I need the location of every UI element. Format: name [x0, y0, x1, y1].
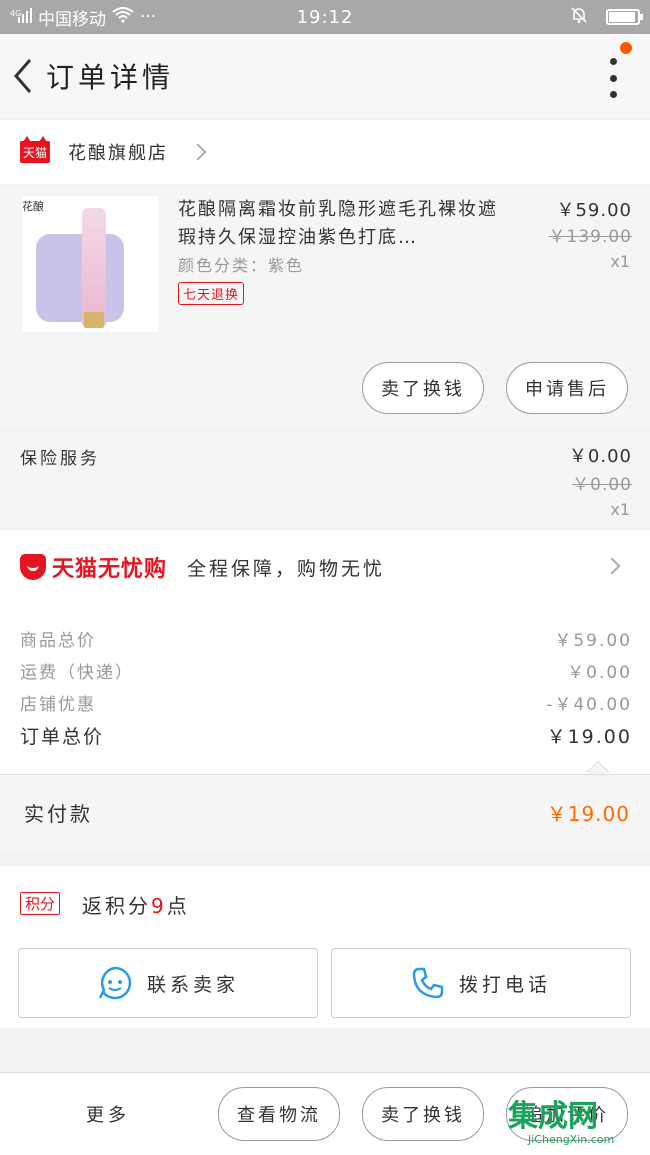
summary-label: 运费（快递）: [20, 663, 134, 683]
dot: [609, 58, 617, 65]
product-thumbnail[interactable]: 花酿: [22, 196, 158, 332]
paid-label: 实付款: [24, 802, 93, 826]
contact-seller-button[interactable]: 联系卖家: [18, 948, 318, 1018]
contact-seller-label: 联系卖家: [146, 973, 239, 996]
product-title[interactable]: 花酿隔离霜妆前乳隐形遮毛孔裸妆遮瑕持久保湿控油紫色打底…: [178, 196, 508, 252]
points-prefix: 返积分: [82, 894, 151, 918]
summary-total-value: ￥19.00: [546, 726, 632, 748]
resell-bottom-button[interactable]: 卖了换钱: [362, 1087, 484, 1141]
product-card[interactable]: 花酿 花酿隔离霜妆前乳隐形遮毛孔裸妆遮瑕持久保湿控油紫色打底… 颜色分类：紫色 …: [0, 186, 650, 428]
summary-row-discount: 店铺优惠 -￥40.00: [20, 690, 632, 715]
product-variant: 颜色分类：紫色: [178, 256, 305, 275]
paid-amount-row: 实付款 ￥19.00: [0, 774, 650, 850]
status-time: 19:12: [296, 6, 354, 28]
page-title: 订单详情: [46, 61, 175, 94]
worry-free-brand: 天猫无忧购: [52, 557, 168, 582]
summary-value: ￥59.00: [554, 631, 632, 651]
summary-value: ￥0.00: [567, 663, 632, 683]
points-badge: 积分: [20, 892, 61, 915]
summary-total-label: 订单总价: [20, 726, 105, 748]
product-tube-shape: [82, 208, 106, 326]
view-logistics-button[interactable]: 查看物流: [218, 1087, 340, 1141]
points-text: 返积分9点: [82, 890, 190, 919]
dot: [609, 91, 617, 98]
tmall-logo-icon: 天猫: [20, 136, 50, 163]
product-price: ￥59.00: [556, 200, 632, 221]
nav-bar: 订单详情: [0, 34, 650, 118]
watermark-logo: 集成网 JiChengXin.com: [508, 1091, 644, 1151]
chevron-right-icon: [603, 557, 621, 575]
shield-icon: [20, 554, 46, 580]
status-bar: 4G 中国移动 ··· 19:12: [0, 0, 650, 34]
paid-value: ￥19.00: [546, 802, 630, 826]
product-box-shape: [36, 234, 124, 322]
summary-label: 商品总价: [20, 631, 96, 651]
call-button[interactable]: 拨打电话: [331, 948, 631, 1018]
points-suffix: 点: [166, 894, 190, 918]
call-label: 拨打电话: [458, 973, 551, 996]
phone-icon: [412, 967, 444, 999]
battery-icon: [606, 9, 643, 25]
watermark-sub: JiChengXin.com: [528, 1133, 615, 1146]
points-amount: 9: [151, 894, 167, 918]
more-actions-button[interactable]: 更多: [86, 1101, 130, 1127]
price-summary: 商品总价 ￥59.00 运费（快递） ￥0.00 店铺优惠 -￥40.00 订单…: [0, 604, 650, 784]
insurance-label: 保险服务: [20, 449, 100, 469]
chevron-right-icon: [189, 143, 207, 161]
store-name: 花酿旗舰店: [68, 143, 168, 164]
after-sales-button[interactable]: 申请售后: [506, 362, 628, 414]
product-quantity: x1: [610, 252, 630, 271]
chevron-left-icon: [14, 59, 32, 93]
battery-fill: [609, 12, 635, 22]
return-policy-badge: 七天退换: [178, 282, 245, 305]
summary-row-subtotal: 商品总价 ￥59.00: [20, 626, 632, 651]
dot: [609, 74, 617, 82]
summary-value: -￥40.00: [546, 695, 632, 715]
notification-dot: [620, 42, 632, 54]
insurance-row: 保险服务 ￥0.00 ￥0.00 x1: [0, 432, 650, 528]
insurance-original-price: ￥0.00: [572, 475, 632, 495]
resell-button[interactable]: 卖了换钱: [362, 362, 484, 414]
product-cap-shape: [84, 312, 104, 328]
worry-free-description: 全程保障，购物无忧: [187, 557, 386, 580]
summary-row-shipping: 运费（快递） ￥0.00: [20, 658, 632, 683]
chat-bubble-icon: [98, 966, 132, 1000]
product-image-logo: 花酿: [22, 200, 44, 213]
back-button[interactable]: [0, 34, 46, 118]
worry-free-banner[interactable]: 天猫无忧购 全程保障，购物无忧: [0, 530, 650, 604]
product-original-price: ￥139.00: [548, 227, 632, 247]
points-section: 积分 返积分9点 联系卖家 拨打电话: [0, 866, 650, 1028]
watermark-main: 集成网: [508, 1099, 598, 1134]
store-row[interactable]: 天猫 花酿旗舰店: [0, 120, 650, 184]
more-menu-button[interactable]: [606, 58, 620, 98]
summary-label: 店铺优惠: [20, 695, 96, 715]
insurance-quantity: x1: [610, 500, 630, 519]
summary-row-total: 订单总价 ￥19.00: [20, 722, 632, 749]
insurance-price: ￥0.00: [568, 446, 632, 467]
